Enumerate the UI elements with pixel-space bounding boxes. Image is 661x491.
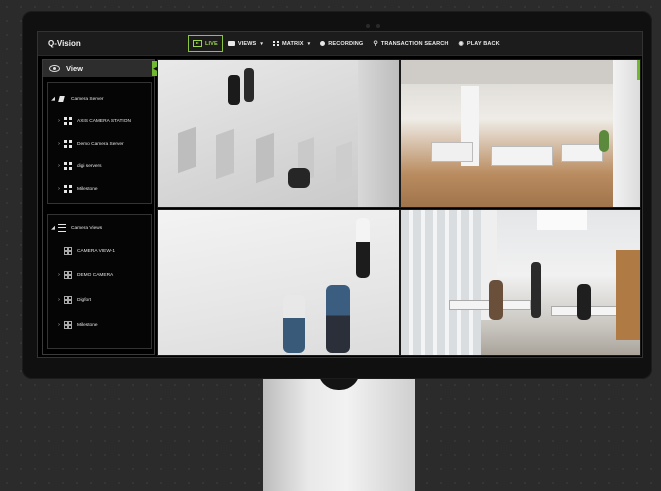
record-icon	[320, 41, 326, 46]
turnstile	[336, 141, 352, 183]
view-grid-icon	[64, 321, 72, 329]
nav-matrix[interactable]: MATRIX ▾	[268, 36, 315, 51]
tree-item-milestone-view[interactable]: › Milestone	[48, 318, 157, 332]
tree-group-label: Camera Server	[71, 96, 104, 102]
nav-live[interactable]: LIVE	[188, 35, 223, 52]
server-grid-icon	[64, 162, 72, 170]
person	[577, 284, 591, 320]
desk	[561, 144, 603, 162]
tree-item-demo-camera-server[interactable]: › Demo Camera Server	[48, 137, 157, 151]
list-icon	[58, 224, 66, 232]
person	[228, 75, 240, 105]
tree-item-label: Milestone	[77, 186, 98, 192]
webcam-icon	[362, 24, 384, 30]
collapse-arrow-icon: ◢	[51, 96, 55, 102]
nav-recording-label: RECORDING	[328, 40, 364, 47]
server-grid-icon	[64, 185, 72, 193]
light	[537, 210, 587, 230]
nav-transaction-search[interactable]: ⚲ TRANSACTION SEARCH	[368, 36, 453, 51]
chevron-right-icon: ›	[58, 163, 60, 169]
nav-views[interactable]: VIEWS ▾	[223, 36, 268, 51]
tree-item-axis-camera-station[interactable]: › AXIS CAMERA STATION	[48, 114, 157, 128]
person	[283, 295, 305, 353]
main-nav: LIVE VIEWS ▾ MATRIX ▾ RECORDING ⚲ TRANSA…	[188, 32, 505, 55]
top-bar: Q-Vision LIVE VIEWS ▾ MATRIX ▾ RECORDING	[38, 32, 642, 56]
server-grid-icon	[64, 140, 72, 148]
plant	[599, 130, 609, 152]
tree-item-label: CAMERA VIEW-1	[77, 248, 116, 254]
desk	[491, 146, 553, 166]
person	[531, 262, 541, 318]
live-icon	[193, 40, 202, 47]
tree-item-label: Digfort	[77, 297, 92, 303]
sidebar: View ◀ ◢ Camera Server › AXIS CAMERA STA…	[42, 59, 158, 355]
cabinet	[616, 250, 640, 340]
nav-play-back-label: PLAY BACK	[466, 40, 500, 47]
desk	[431, 142, 473, 162]
chevron-right-icon: ›	[58, 186, 60, 192]
view-grid-icon	[64, 296, 72, 304]
view-grid-icon	[64, 271, 72, 279]
app-title: Q-Vision	[48, 39, 81, 48]
nav-views-label: VIEWS	[237, 40, 257, 47]
turnstile	[256, 132, 274, 184]
tree-item-milestone-server[interactable]: › Milestone	[48, 182, 157, 196]
nav-play-back[interactable]: ◉ PLAY BACK	[454, 36, 505, 51]
play-back-icon: ◉	[458, 41, 464, 47]
tree-item-label: Milestone	[77, 322, 98, 328]
nav-recording[interactable]: RECORDING	[315, 36, 368, 51]
person	[326, 285, 350, 353]
selected-indicator	[637, 60, 640, 80]
views-icon	[227, 41, 235, 46]
sidebar-header: View	[43, 60, 154, 77]
matrix-icon	[273, 41, 279, 46]
turnstile	[216, 128, 234, 180]
camera-feed-3[interactable]	[157, 209, 400, 356]
tree-item-demo-camera[interactable]: › DEMO CAMERA	[48, 268, 157, 282]
wall	[613, 60, 640, 207]
chevron-right-icon: ›	[58, 297, 60, 303]
ceiling	[401, 60, 640, 84]
person	[244, 68, 254, 102]
chevron-right-icon: ›	[58, 322, 60, 328]
server-grid-icon	[64, 117, 72, 125]
person	[489, 280, 503, 320]
camera-server-icon	[58, 95, 66, 103]
nav-live-label: LIVE	[205, 40, 218, 47]
eye-icon	[49, 65, 60, 72]
tree-item-label: Demo Camera Server	[77, 141, 124, 147]
chevron-right-icon: ›	[58, 272, 60, 278]
person	[356, 218, 370, 278]
camera-server-panel: ◢ Camera Server › AXIS CAMERA STATION › …	[47, 82, 152, 204]
chevron-down-icon: ▾	[260, 40, 263, 47]
tree-item-label: AXIS CAMERA STATION	[77, 118, 131, 124]
camera-feed-4[interactable]	[400, 209, 641, 356]
chevron-down-icon: ▾	[307, 40, 311, 47]
tree-group-camera-views[interactable]: ◢ Camera Views	[48, 221, 151, 235]
tree-item-label: digi servers	[77, 163, 102, 169]
camera-feed-1[interactable]	[157, 59, 400, 208]
tree-item-digi-servers[interactable]: › digi servers	[48, 159, 157, 173]
view-grid-icon	[64, 247, 72, 255]
nav-transaction-search-label: TRANSACTION SEARCH	[380, 40, 449, 47]
chevron-right-icon: ›	[58, 118, 60, 124]
tree-group-label: Camera Views	[71, 225, 103, 231]
turnstile	[178, 126, 196, 174]
tree-item-camera-view-1[interactable]: CAMERA VIEW-1	[48, 244, 167, 258]
search-icon: ⚲	[373, 41, 378, 47]
monitor-stand	[263, 379, 415, 491]
person	[288, 168, 310, 188]
tree-item-label: DEMO CAMERA	[77, 272, 114, 278]
camera-feed-2[interactable]	[400, 59, 641, 208]
app-screen: Q-Vision LIVE VIEWS ▾ MATRIX ▾ RECORDING	[37, 31, 643, 358]
collapse-arrow-icon: ◢	[51, 225, 55, 231]
chevron-right-icon: ›	[58, 141, 60, 147]
nav-matrix-label: MATRIX	[282, 40, 304, 47]
camera-views-panel: ◢ Camera Views CAMERA VIEW-1 › DEMO CAME…	[47, 214, 152, 349]
tree-item-digfort[interactable]: › Digfort	[48, 293, 157, 307]
sidebar-title: View	[66, 64, 83, 73]
wall	[358, 60, 399, 207]
tree-group-camera-server[interactable]: ◢ Camera Server	[48, 92, 151, 106]
window-wall	[401, 210, 481, 355]
